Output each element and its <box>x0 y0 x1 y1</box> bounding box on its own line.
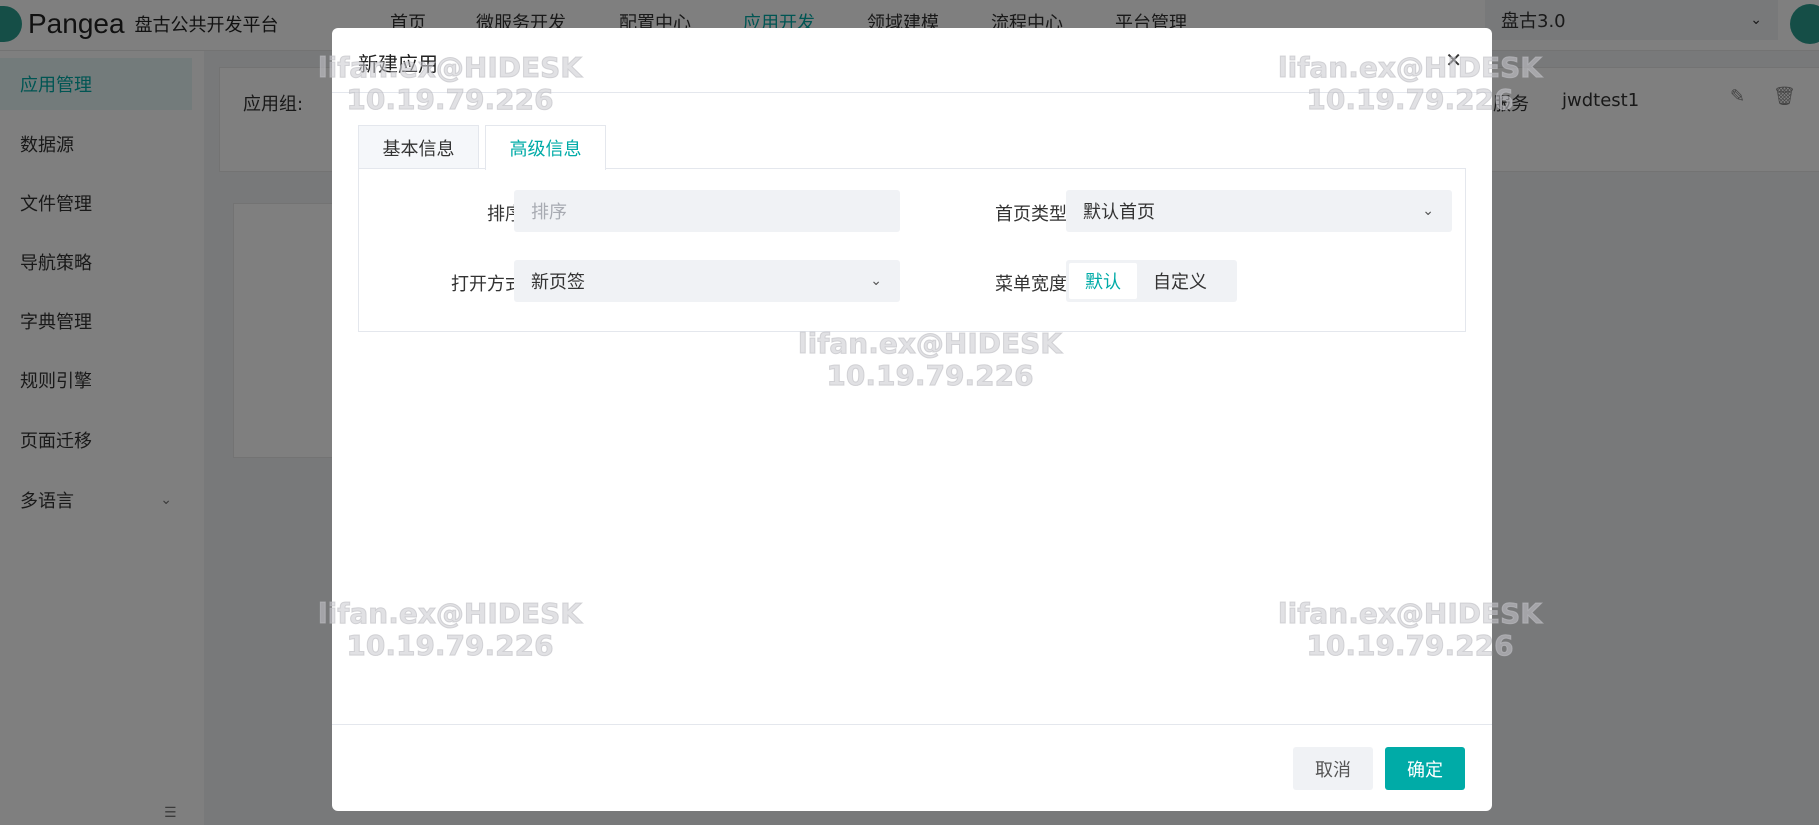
home-type-value: 默认首页 <box>1083 202 1155 223</box>
cancel-button[interactable]: 取消 <box>1293 747 1373 790</box>
close-icon[interactable]: ✕ <box>1445 48 1462 72</box>
tab-label: 基本信息 <box>382 138 455 160</box>
chevron-down-icon: ⌄ <box>1422 203 1434 219</box>
open-mode-value: 新页签 <box>531 272 585 293</box>
menu-width-toggle: 默认 自定义 <box>1066 260 1237 302</box>
divider <box>332 92 1492 93</box>
advanced-info-panel: 排序 排序 首页类型 默认首页 ⌄ 打开方式 新页签 ⌄ 菜单宽度 默认 自定义 <box>358 168 1466 332</box>
home-type-select[interactable]: 默认首页 ⌄ <box>1066 190 1452 232</box>
chevron-down-icon: ⌄ <box>870 273 882 289</box>
open-mode-label: 打开方式 <box>451 274 523 295</box>
tab-basic-info[interactable]: 基本信息 <box>358 125 479 169</box>
tab-label: 高级信息 <box>509 139 582 160</box>
divider <box>332 724 1492 725</box>
dialog-title: 新建应用 <box>358 52 438 76</box>
sort-placeholder: 排序 <box>531 202 567 223</box>
menu-width-custom[interactable]: 自定义 <box>1137 263 1223 299</box>
new-app-dialog: 新建应用 ✕ 基本信息 高级信息 排序 排序 首页类型 默认首页 ⌄ 打开方式 新… <box>332 28 1492 811</box>
tab-advanced-info[interactable]: 高级信息 <box>485 125 606 170</box>
menu-width-default[interactable]: 默认 <box>1069 263 1137 299</box>
sort-input[interactable]: 排序 <box>514 190 900 232</box>
menu-width-label: 菜单宽度 <box>995 274 1067 295</box>
open-mode-select[interactable]: 新页签 ⌄ <box>514 260 900 302</box>
confirm-button[interactable]: 确定 <box>1385 747 1465 790</box>
home-type-label: 首页类型 <box>995 204 1067 225</box>
